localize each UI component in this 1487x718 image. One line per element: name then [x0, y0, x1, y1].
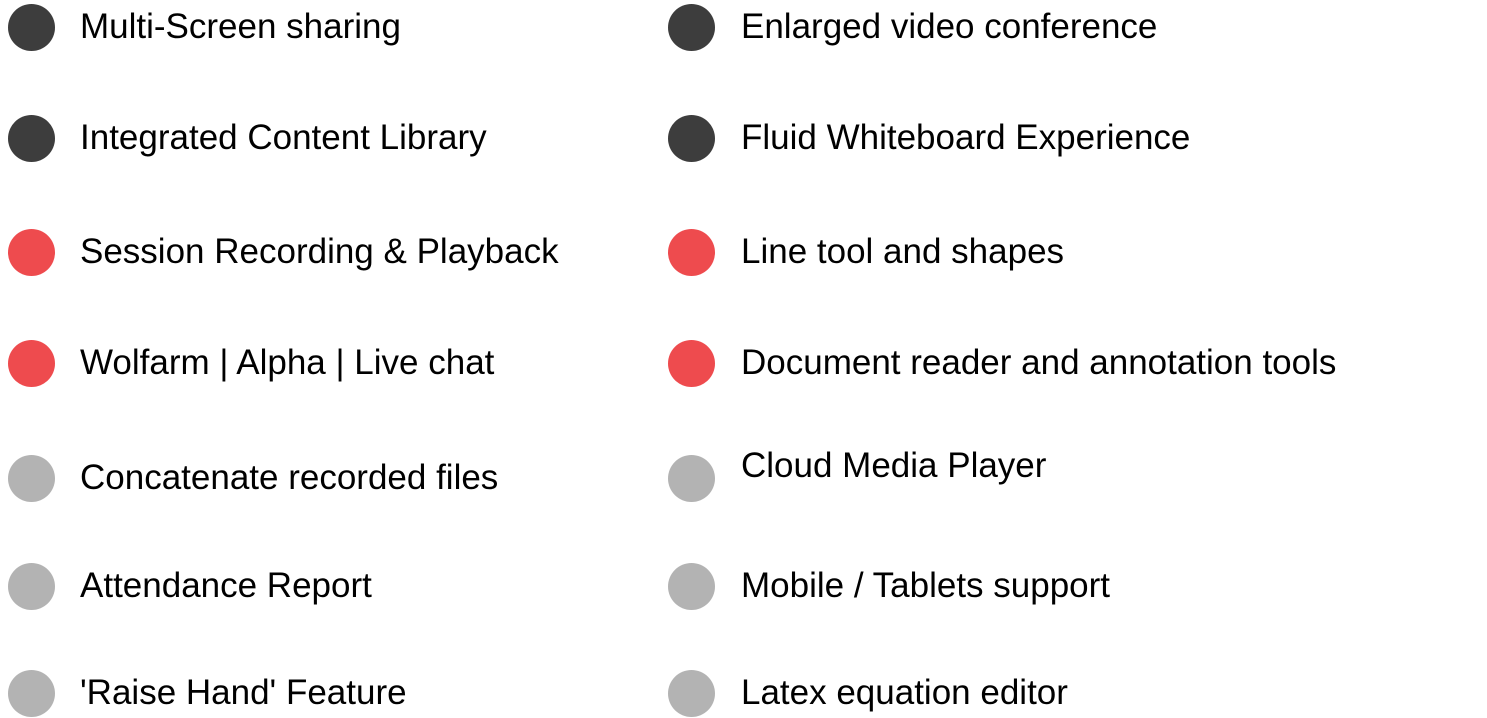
feature-item: Document reader and annotation tools [0, 338, 1487, 388]
feature-label: Mobile / Tablets support [741, 566, 1111, 605]
feature-label: Document reader and annotation tools [741, 343, 1337, 382]
feature-label: Fluid Whiteboard Experience [741, 118, 1191, 157]
bullet-dot-icon [668, 114, 715, 162]
bullet-dot-icon [668, 339, 715, 387]
feature-label: Latex equation editor [741, 673, 1068, 712]
feature-item: Fluid Whiteboard Experience [0, 113, 1487, 163]
feature-item: Latex equation editor [0, 668, 1487, 718]
feature-label: Line tool and shapes [741, 232, 1065, 271]
bullet-dot-icon [668, 669, 715, 717]
feature-item: Cloud Media Player [0, 441, 1487, 502]
feature-item: Line tool and shapes [0, 227, 1487, 277]
feature-label: Cloud Media Player [741, 446, 1047, 485]
feature-label: Enlarged video conference [741, 7, 1158, 46]
bullet-dot-icon [668, 454, 715, 502]
bullet-dot-icon [668, 562, 715, 610]
feature-item: Enlarged video conference [0, 2, 1487, 52]
bullet-dot-icon [668, 228, 715, 276]
feature-item: Mobile / Tablets support [0, 561, 1487, 611]
bullet-dot-icon [668, 3, 715, 51]
